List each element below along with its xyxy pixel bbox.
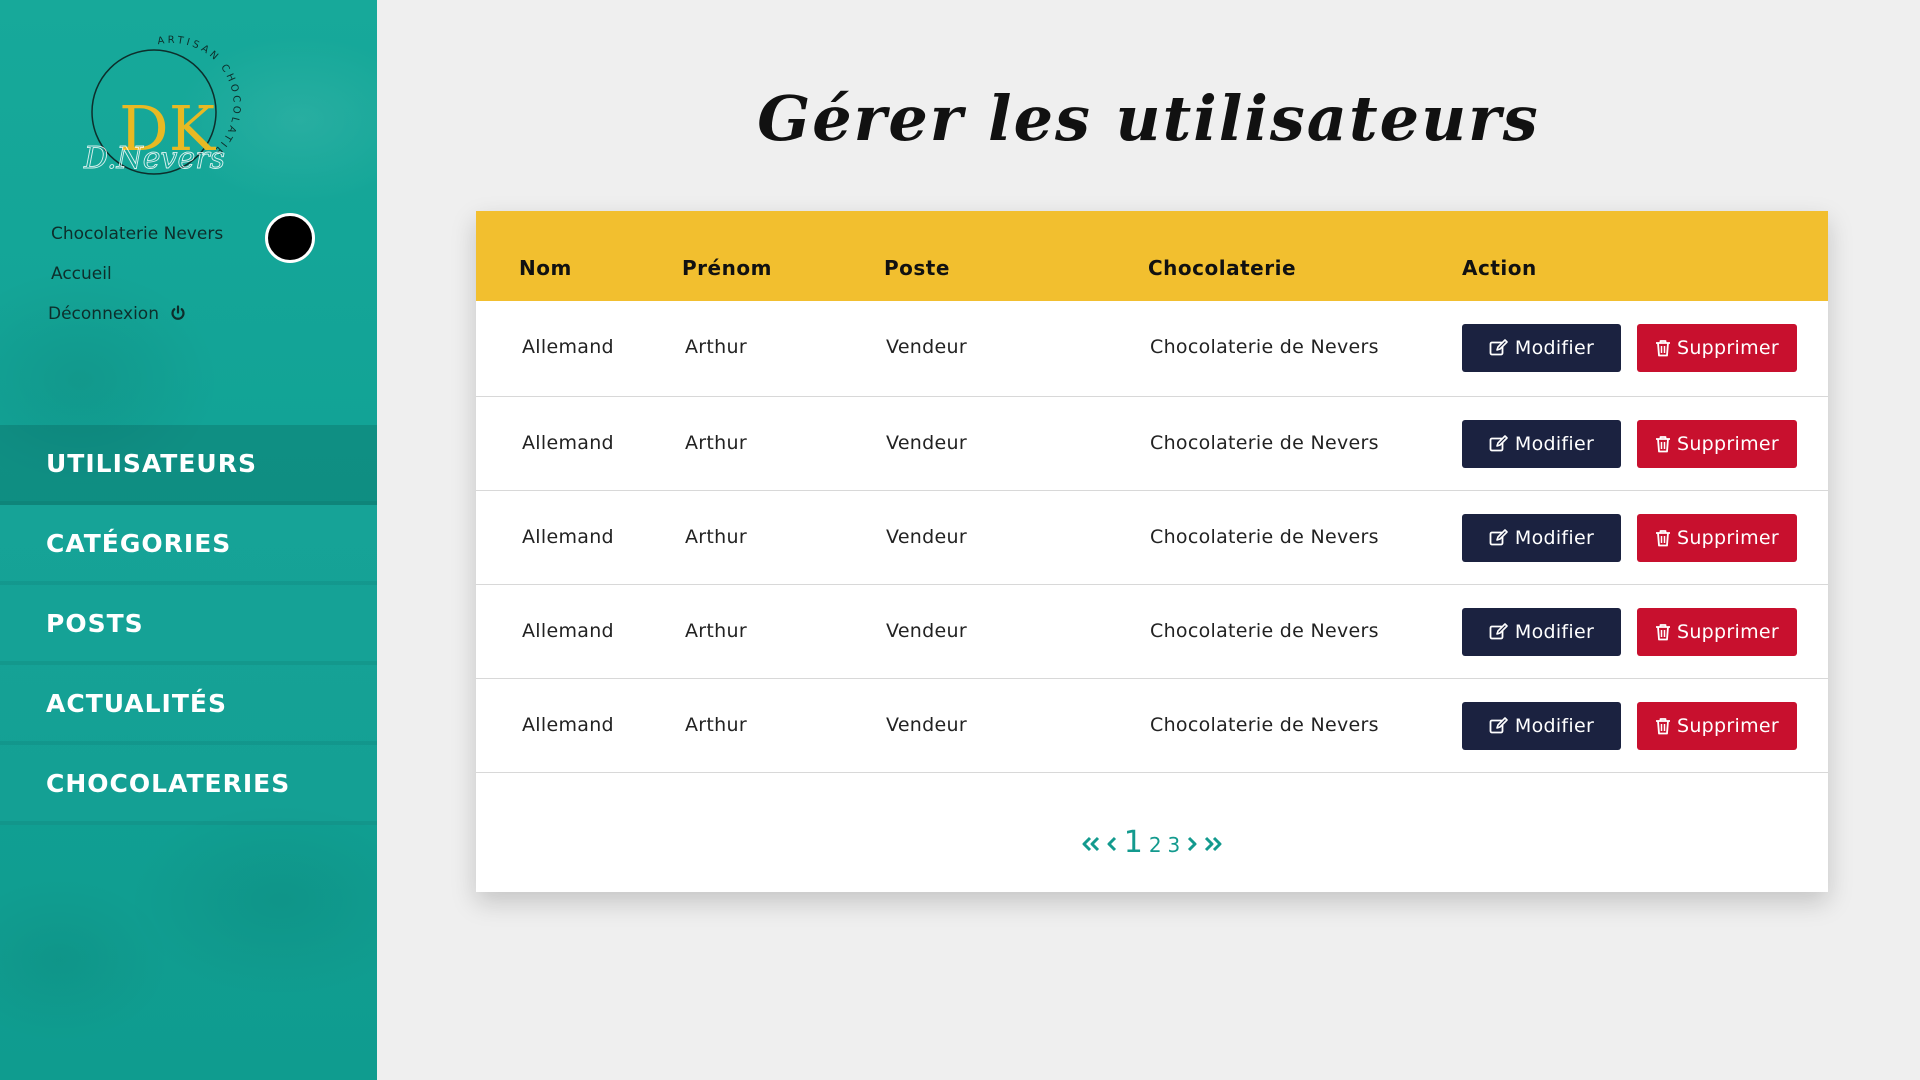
edit-button-label: Modifier [1514, 433, 1595, 455]
page-title: Gérer les utilisateurs [757, 82, 1540, 155]
cell-prenom: Arthur [685, 620, 747, 642]
double-chevron-right-icon[interactable] [1204, 836, 1222, 852]
edit-button-label: Modifier [1514, 527, 1595, 549]
edit-button[interactable]: Modifier [1462, 514, 1621, 562]
delete-button-label: Supprimer [1676, 337, 1780, 359]
brand-logo[interactable]: ARTISAN CHOCOLATIER DK D.Nevers [67, 24, 262, 192]
cell-chocolaterie: Chocolaterie de Nevers [1150, 620, 1379, 642]
nav-item-categories[interactable]: CATÉGORIES [0, 505, 377, 585]
delete-button[interactable]: Supprimer [1637, 420, 1797, 468]
power-icon [170, 305, 186, 326]
cell-prenom: Arthur [685, 432, 747, 454]
trash-icon [1655, 530, 1670, 547]
table-row: Allemand Arthur Vendeur Chocolaterie de … [476, 585, 1828, 679]
cell-poste: Vendeur [886, 620, 967, 642]
edit-icon [1489, 339, 1508, 356]
cell-prenom: Arthur [685, 336, 747, 358]
edit-button[interactable]: Modifier [1462, 324, 1621, 372]
cell-nom: Allemand [522, 620, 614, 642]
table-body: Allemand Arthur Vendeur Chocolaterie de … [476, 301, 1828, 773]
table-row: Allemand Arthur Vendeur Chocolaterie de … [476, 679, 1828, 773]
cell-chocolaterie: Chocolaterie de Nevers [1150, 714, 1379, 736]
trash-icon [1655, 436, 1670, 453]
cell-prenom: Arthur [685, 714, 747, 736]
edit-icon [1489, 717, 1508, 734]
cell-nom: Allemand [522, 714, 614, 736]
cell-chocolaterie: Chocolaterie de Nevers [1150, 526, 1379, 548]
trash-icon [1655, 624, 1670, 641]
logo-graphic: ARTISAN CHOCOLATIER DK D.Nevers [67, 24, 239, 176]
logo-signature: D.Nevers [83, 141, 225, 176]
trash-icon [1655, 718, 1670, 735]
nav-item-utilisateurs[interactable]: UTILISATEURS [0, 425, 377, 505]
delete-button-label: Supprimer [1676, 433, 1780, 455]
edit-button[interactable]: Modifier [1462, 608, 1621, 656]
column-header-action: Action [1462, 256, 1537, 280]
page-link-1[interactable]: 1 [1124, 825, 1143, 860]
delete-button-label: Supprimer [1676, 621, 1780, 643]
delete-button-label: Supprimer [1676, 715, 1780, 737]
nav-item-chocolateries[interactable]: CHOCOLATERIES [0, 745, 377, 825]
sidebar-nav: UTILISATEURS CATÉGORIES POSTS ACTUALITÉS… [0, 425, 377, 825]
users-table-card: Nom Prénom Poste Chocolaterie Action All… [476, 211, 1828, 892]
delete-button[interactable]: Supprimer [1637, 702, 1797, 750]
column-header-chocolaterie: Chocolaterie [1148, 256, 1297, 280]
table-row: Allemand Arthur Vendeur Chocolaterie de … [476, 491, 1828, 585]
edit-button-label: Modifier [1514, 621, 1595, 643]
delete-button[interactable]: Supprimer [1637, 514, 1797, 562]
cell-chocolaterie: Chocolaterie de Nevers [1150, 432, 1379, 454]
delete-button[interactable]: Supprimer [1637, 608, 1797, 656]
delete-button-label: Supprimer [1676, 527, 1780, 549]
cell-nom: Allemand [522, 526, 614, 548]
edit-button[interactable]: Modifier [1462, 702, 1621, 750]
nav-item-posts[interactable]: POSTS [0, 585, 377, 665]
cell-prenom: Arthur [685, 526, 747, 548]
cell-nom: Allemand [522, 432, 614, 454]
edit-button-label: Modifier [1514, 715, 1595, 737]
logout-link[interactable]: Déconnexion [48, 304, 223, 324]
brand-link[interactable]: Chocolaterie Nevers [51, 224, 223, 244]
delete-button[interactable]: Supprimer [1637, 324, 1797, 372]
edit-button[interactable]: Modifier [1462, 420, 1621, 468]
edit-icon [1489, 529, 1508, 546]
cell-chocolaterie: Chocolaterie de Nevers [1150, 336, 1379, 358]
cell-poste: Vendeur [886, 526, 967, 548]
double-chevron-left-icon[interactable] [1082, 836, 1100, 852]
table-header: Nom Prénom Poste Chocolaterie Action [476, 211, 1828, 301]
table-row: Allemand Arthur Vendeur Chocolaterie de … [476, 397, 1828, 491]
table-row: Allemand Arthur Vendeur Chocolaterie de … [476, 301, 1828, 397]
cell-poste: Vendeur [886, 432, 967, 454]
nav-item-actualites[interactable]: ACTUALITÉS [0, 665, 377, 745]
logout-label: Déconnexion [48, 304, 159, 324]
sidebar-top-links: Chocolaterie Nevers Accueil Déconnexion [48, 224, 223, 344]
pagination: 1 2 3 [476, 825, 1828, 860]
cell-poste: Vendeur [886, 336, 967, 358]
page-link-3[interactable]: 3 [1168, 833, 1181, 857]
column-header-prenom: Prénom [682, 256, 772, 280]
cell-nom: Allemand [522, 336, 614, 358]
home-link[interactable]: Accueil [51, 264, 223, 284]
chevron-left-icon[interactable] [1106, 836, 1118, 852]
edit-icon [1489, 435, 1508, 452]
edit-icon [1489, 623, 1508, 640]
column-header-poste: Poste [884, 256, 950, 280]
chevron-right-icon[interactable] [1186, 836, 1198, 852]
page-link-2[interactable]: 2 [1149, 833, 1162, 857]
cell-poste: Vendeur [886, 714, 967, 736]
edit-button-label: Modifier [1514, 337, 1595, 359]
theme-toggle-button[interactable] [265, 213, 315, 263]
column-header-nom: Nom [519, 256, 572, 280]
trash-icon [1655, 340, 1670, 357]
sidebar: ARTISAN CHOCOLATIER DK D.Nevers Chocolat… [0, 0, 377, 1080]
